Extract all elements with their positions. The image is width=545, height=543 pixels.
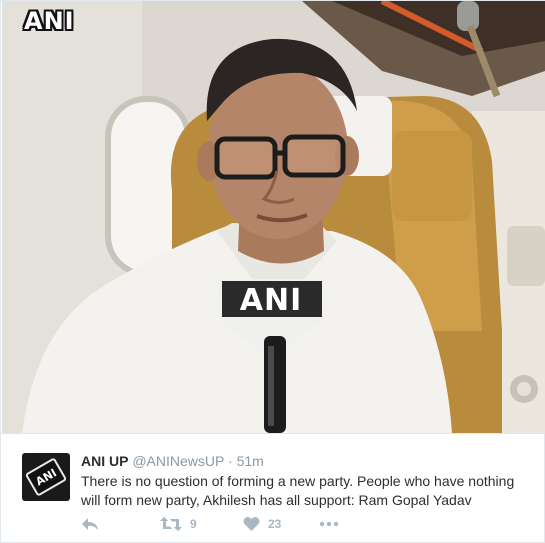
more-icon — [319, 516, 339, 532]
reply-button[interactable] — [81, 516, 99, 532]
tweet-card: ANI ANI ANI ANI UP @ANINewsUP · 51m Ther… — [0, 0, 545, 543]
tweet-text: There is no question of forming a new pa… — [81, 473, 515, 508]
retweet-count: 9 — [190, 517, 197, 531]
like-icon — [243, 516, 260, 532]
separator-dot: · — [228, 453, 233, 469]
ani-watermark-logo: ANI — [24, 7, 75, 35]
avatar[interactable]: ANI — [22, 453, 70, 501]
photo-scene — [2, 1, 545, 433]
author-name[interactable]: ANI UP — [81, 453, 128, 469]
divider — [1, 433, 545, 434]
reply-icon — [81, 516, 99, 532]
microphone-logo: ANI — [239, 282, 303, 318]
retweet-icon — [160, 516, 182, 532]
tweet-header: ANI UP @ANINewsUP · 51m — [81, 453, 264, 469]
tweet-photo[interactable]: ANI ANI — [2, 1, 545, 433]
retweet-button[interactable]: 9 — [160, 516, 197, 532]
author-handle[interactable]: @ANINewsUP — [132, 453, 224, 469]
more-button[interactable] — [319, 516, 339, 532]
like-button[interactable]: 23 — [243, 516, 281, 532]
avatar-logo: ANI — [24, 457, 68, 497]
like-count: 23 — [268, 517, 282, 531]
timestamp[interactable]: 51m — [237, 453, 264, 469]
